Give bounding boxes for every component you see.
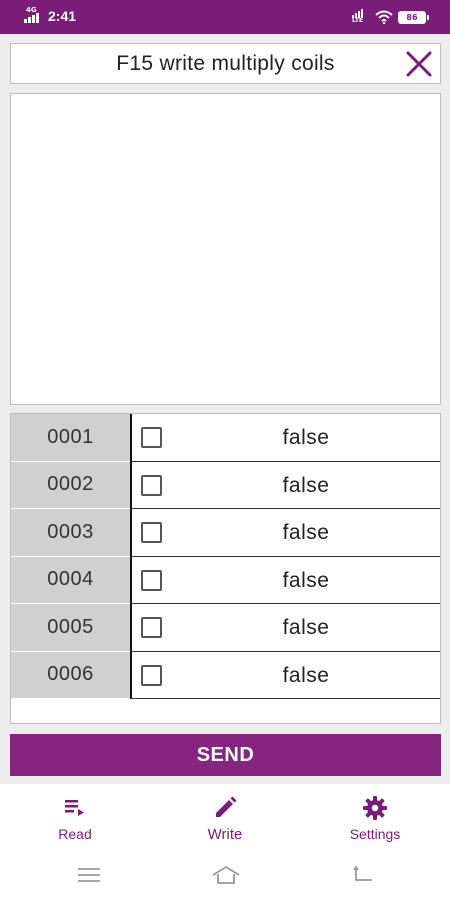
system-nav-bar — [0, 850, 450, 900]
coil-value: false — [282, 616, 330, 639]
coil-value-cell: false — [130, 414, 440, 462]
wifi-icon — [375, 10, 393, 24]
response-area — [10, 93, 441, 405]
coil-row: 0004 false — [11, 556, 440, 604]
coil-address: 0004 — [11, 556, 130, 604]
back-icon[interactable] — [350, 864, 376, 886]
coil-address: 0003 — [11, 509, 130, 557]
battery-level: 86 — [406, 12, 418, 22]
battery-icon: 86 — [398, 10, 429, 24]
coil-checkbox[interactable] — [141, 664, 162, 686]
coil-value: false — [282, 426, 330, 449]
home-icon[interactable] — [211, 864, 241, 886]
nav-label-write: Write — [207, 826, 243, 843]
coil-value-cell: false — [130, 509, 440, 557]
coil-row: 0003 false — [11, 509, 440, 557]
coil-value-cell: false — [130, 651, 440, 699]
coil-checkbox[interactable] — [141, 617, 162, 638]
coil-value-cell: false — [130, 604, 440, 652]
coil-row: 0001 false — [11, 414, 440, 462]
clock: 2:41 — [48, 8, 77, 24]
coil-address: 0005 — [11, 604, 130, 652]
coil-checkbox[interactable] — [141, 474, 162, 496]
nav-item-settings[interactable]: Settings — [300, 784, 450, 850]
read-list-icon — [65, 800, 84, 816]
coil-address: 0001 — [11, 414, 130, 462]
bottom-nav: Read Write Settings — [0, 784, 450, 850]
coil-value: false — [282, 663, 330, 687]
coil-row: 0005 false — [11, 604, 440, 652]
coil-address: 0006 — [11, 651, 130, 699]
lte-label: LTE — [352, 17, 364, 24]
coil-value: false — [282, 568, 330, 592]
status-left: 4G 2:41 — [24, 6, 77, 24]
coil-address: 0002 — [11, 461, 130, 509]
send-button[interactable]: SEND — [10, 734, 441, 776]
lte-signal-icon: LTE — [352, 9, 370, 25]
nav-label-settings: Settings — [349, 826, 401, 842]
coil-value: false — [282, 521, 330, 544]
status-right: LTE 86 — [352, 9, 429, 25]
coil-value-cell: false — [130, 461, 440, 509]
coil-checkbox[interactable] — [141, 427, 162, 448]
title-bar: F15 write multiply coils — [10, 43, 441, 84]
coil-row: 0006 false — [11, 651, 440, 699]
nav-item-write[interactable]: Write — [150, 784, 300, 850]
nav-item-read[interactable]: Read — [0, 784, 150, 850]
nav-label-read: Read — [58, 826, 92, 842]
status-bar: 4G 2:41 LTE 86 — [0, 0, 450, 34]
coil-checkbox[interactable] — [141, 569, 162, 591]
coil-value: false — [282, 473, 330, 497]
coil-table: 0001 false 0002 false 0003 false 0004 fa… — [10, 413, 441, 724]
close-icon[interactable] — [406, 51, 432, 77]
pencil-icon — [216, 796, 237, 817]
signal-icon: 4G — [24, 6, 44, 23]
menu-icon[interactable] — [76, 864, 102, 886]
page-title: F15 write multiply coils — [116, 52, 335, 75]
coil-row: 0002 false — [11, 461, 440, 509]
gear-icon — [363, 796, 387, 820]
coil-checkbox[interactable] — [141, 522, 162, 543]
coil-value-cell: false — [130, 556, 440, 604]
